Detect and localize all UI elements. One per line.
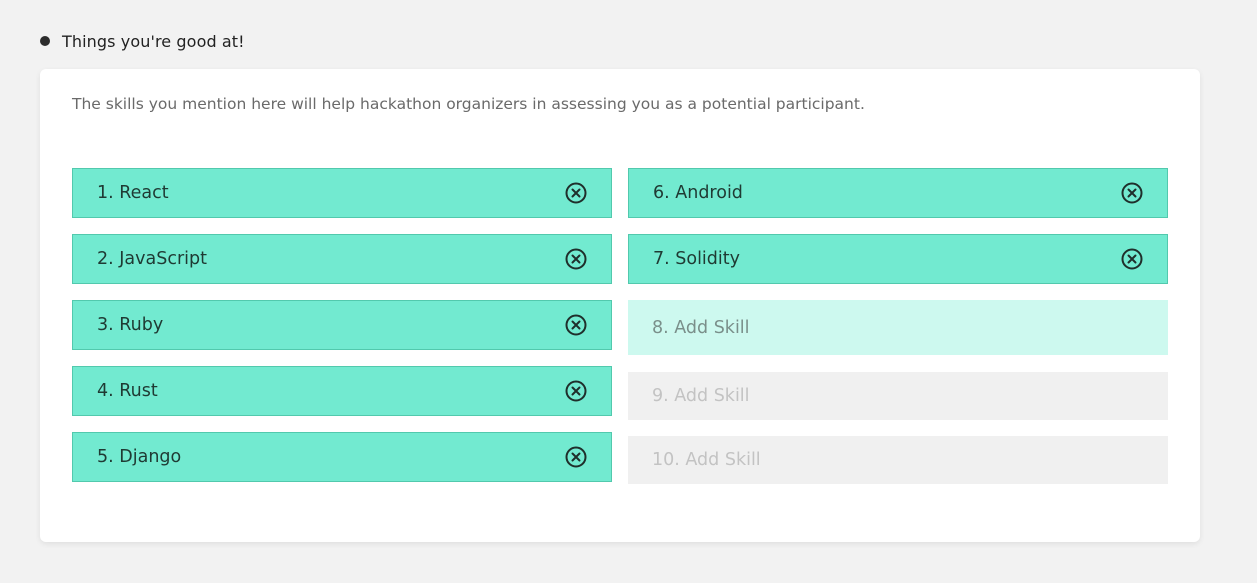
skill-item-4[interactable]: 4. Rust	[72, 366, 612, 416]
close-circle-icon[interactable]	[565, 314, 587, 336]
add-skill-input-8[interactable]: 8. Add Skill	[628, 300, 1168, 355]
bullet-icon	[40, 36, 50, 46]
add-skill-placeholder: 10. Add Skill	[652, 450, 761, 470]
close-circle-icon[interactable]	[1121, 248, 1143, 270]
add-skill-placeholder: 9. Add Skill	[652, 386, 750, 406]
skill-label: 4. Rust	[97, 381, 158, 401]
close-circle-icon[interactable]	[565, 248, 587, 270]
skill-label: 7. Solidity	[653, 249, 740, 269]
skill-label: 3. Ruby	[97, 315, 164, 335]
close-circle-icon[interactable]	[565, 446, 587, 468]
close-circle-icon[interactable]	[1121, 182, 1143, 204]
skill-item-6[interactable]: 6. Android	[628, 168, 1168, 218]
skills-card: The skills you mention here will help ha…	[40, 69, 1200, 542]
skill-label: 6. Android	[653, 183, 743, 203]
skill-label: 5. Django	[97, 447, 182, 467]
add-skill-input-10[interactable]: 10. Add Skill	[628, 436, 1168, 484]
add-skill-placeholder: 8. Add Skill	[652, 317, 750, 338]
skill-item-5[interactable]: 5. Django	[72, 432, 612, 482]
skill-item-7[interactable]: 7. Solidity	[628, 234, 1168, 284]
section-header: Things you're good at!	[40, 29, 245, 53]
skill-label: 2. JavaScript	[97, 249, 207, 269]
close-circle-icon[interactable]	[565, 380, 587, 402]
add-skill-input-9[interactable]: 9. Add Skill	[628, 372, 1168, 420]
skill-label: 1. React	[97, 183, 169, 203]
section-title: Things you're good at!	[62, 31, 245, 51]
skill-item-2[interactable]: 2. JavaScript	[72, 234, 612, 284]
close-circle-icon[interactable]	[565, 182, 587, 204]
skill-item-3[interactable]: 3. Ruby	[72, 300, 612, 350]
skills-description: The skills you mention here will help ha…	[72, 95, 865, 113]
skill-item-1[interactable]: 1. React	[72, 168, 612, 218]
